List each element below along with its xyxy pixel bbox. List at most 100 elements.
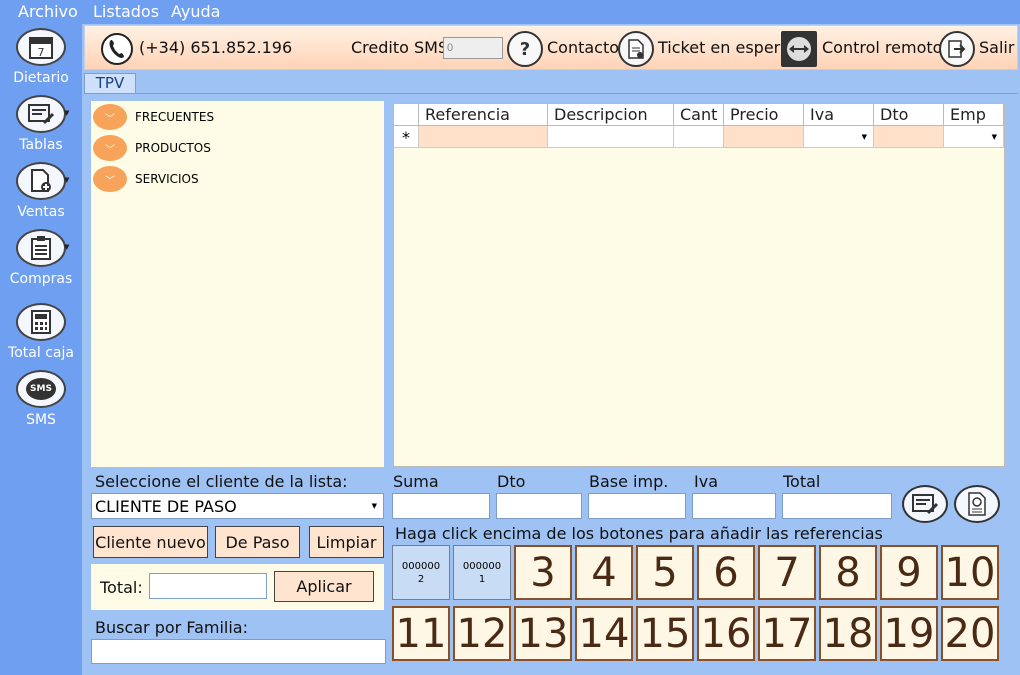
reference-button[interactable]: 000000 2 [392, 545, 450, 600]
number-button-7[interactable]: 7 [758, 545, 816, 600]
number-button-10[interactable]: 10 [941, 545, 999, 600]
cell-cant[interactable] [674, 126, 724, 148]
dropdown-arrow-icon[interactable]: ▼ [64, 243, 69, 251]
total-label: Total: [100, 578, 143, 597]
invoice-icon[interactable] [954, 485, 1000, 523]
menu-bar: Archivo Listados Ayuda [0, 0, 1020, 24]
cell-iva-dropdown[interactable]: ▼ [804, 126, 874, 148]
column-header-dto[interactable]: Dto [874, 104, 944, 126]
exit-icon[interactable] [939, 31, 975, 67]
sidebar-item-sms[interactable]: SMS SMS [0, 370, 82, 428]
iva-label: Iva [694, 472, 718, 491]
new-row-marker: * [394, 126, 419, 148]
total-panel: Total: Aplicar [91, 564, 384, 610]
column-header-referencia[interactable]: Referencia [419, 104, 548, 126]
number-button-8[interactable]: 8 [819, 545, 877, 600]
cell-descripcion[interactable] [548, 126, 674, 148]
chevron-down-icon[interactable]: ﹀ [93, 104, 127, 130]
total-field[interactable] [782, 493, 892, 519]
sidebar-item-tablas[interactable]: ▼ Tablas [0, 95, 82, 153]
number-button-20[interactable]: 20 [941, 606, 999, 661]
number-button-3[interactable]: 3 [514, 545, 572, 600]
column-header-emp[interactable]: Emp [944, 104, 1004, 126]
sidebar-item-total-caja[interactable]: Total caja [0, 303, 82, 361]
dto-label: Dto [497, 472, 526, 491]
chevron-down-icon[interactable]: ﹀ [93, 166, 127, 192]
buscar-familia-input[interactable] [91, 639, 386, 664]
help-icon[interactable]: ? [507, 31, 543, 67]
column-header-precio[interactable]: Precio [724, 104, 804, 126]
credito-sms-field[interactable] [443, 37, 503, 59]
sidebar-label: SMS [26, 412, 56, 428]
sidebar-label: Total caja [8, 345, 74, 361]
number-button-4[interactable]: 4 [575, 545, 633, 600]
credito-sms-label: Credito SMS [351, 38, 449, 57]
total-sum-label: Total [783, 472, 821, 491]
svg-text:7: 7 [38, 46, 45, 59]
number-button-18[interactable]: 18 [819, 606, 877, 661]
number-button-16[interactable]: 16 [697, 606, 755, 661]
cell-referencia[interactable] [419, 126, 548, 148]
chevron-down-icon[interactable]: ▼ [372, 502, 377, 510]
family-tree: ﹀ FRECUENTES ﹀ PRODUCTOS ﹀ SERVICIOS [91, 101, 384, 467]
cliente-label: Seleccione el cliente de la lista: [95, 472, 348, 491]
de-paso-button[interactable]: De Paso [215, 526, 300, 558]
salir-button[interactable]: Salir [979, 38, 1014, 57]
toolbar: (+34) 651.852.196 Credito SMS ? Contacto… [84, 25, 1018, 70]
sidebar-item-ventas[interactable]: ▼ Ventas [0, 162, 82, 220]
control-remoto-button[interactable]: Control remoto [822, 38, 942, 57]
aplicar-button[interactable]: Aplicar [274, 571, 374, 602]
cell-dto[interactable] [874, 126, 944, 148]
clipboard-icon [16, 229, 66, 267]
ticket-icon[interactable] [618, 31, 654, 67]
tree-item-productos[interactable]: ﹀ PRODUCTOS [93, 135, 211, 161]
cliente-select[interactable]: CLIENTE DE PASO ▼ [91, 493, 384, 519]
number-button-9[interactable]: 9 [880, 545, 938, 600]
dropdown-arrow-icon[interactable]: ▼ [64, 109, 69, 117]
iva-field[interactable] [692, 493, 776, 519]
remote-control-icon[interactable] [781, 31, 817, 67]
ticket-en-espera-button[interactable]: Ticket en espera [658, 38, 790, 57]
dto-field[interactable] [496, 493, 582, 519]
limpiar-button[interactable]: Limpiar [309, 526, 384, 558]
sidebar-label: Ventas [17, 204, 65, 220]
menu-archivo[interactable]: Archivo [18, 2, 78, 21]
sidebar-label: Dietario [13, 70, 69, 86]
suma-field[interactable] [392, 493, 490, 519]
cell-emp-dropdown[interactable]: ▼ [944, 126, 1004, 148]
sms-icon: SMS [16, 370, 66, 408]
column-header-iva[interactable]: Iva [804, 104, 874, 126]
number-button-11[interactable]: 11 [392, 606, 450, 661]
sidebar-item-compras[interactable]: ▼ Compras [0, 229, 82, 287]
number-button-19[interactable]: 19 [880, 606, 938, 661]
sidebar: 7 Dietario ▼ Tablas ▼ Ventas ▼ Compras T… [0, 24, 82, 675]
edit-document-icon[interactable] [902, 485, 948, 523]
number-button-6[interactable]: 6 [697, 545, 755, 600]
base-imp-field[interactable] [588, 493, 686, 519]
chevron-down-icon[interactable]: ﹀ [93, 135, 127, 161]
number-button-14[interactable]: 14 [575, 606, 633, 661]
column-header-cant[interactable]: Cant [674, 104, 724, 126]
number-button-5[interactable]: 5 [636, 545, 694, 600]
menu-listados[interactable]: Listados [93, 2, 159, 21]
number-button-13[interactable]: 13 [514, 606, 572, 661]
row-header-corner [394, 104, 419, 126]
reference-code: 000000 1 [462, 560, 502, 585]
sidebar-item-dietario[interactable]: 7 Dietario [0, 28, 82, 86]
menu-ayuda[interactable]: Ayuda [171, 2, 220, 21]
total-input[interactable] [149, 573, 267, 599]
reference-button[interactable]: 000000 1 [453, 545, 511, 600]
sms-bubble: SMS [26, 378, 56, 400]
column-header-descripcion[interactable]: Descripcion [548, 104, 674, 126]
contacto-button[interactable]: Contacto [547, 38, 619, 57]
dropdown-arrow-icon[interactable]: ▼ [64, 176, 69, 184]
number-button-17[interactable]: 17 [758, 606, 816, 661]
cliente-nuevo-button[interactable]: Cliente nuevo [93, 526, 208, 558]
tree-item-frecuentes[interactable]: ﹀ FRECUENTES [93, 104, 214, 130]
number-button-15[interactable]: 15 [636, 606, 694, 661]
tree-item-servicios[interactable]: ﹀ SERVICIOS [93, 166, 199, 192]
number-button-12[interactable]: 12 [453, 606, 511, 661]
tree-item-label: PRODUCTOS [135, 141, 211, 155]
tab-tpv[interactable]: TPV [84, 73, 136, 94]
cell-precio[interactable] [724, 126, 804, 148]
